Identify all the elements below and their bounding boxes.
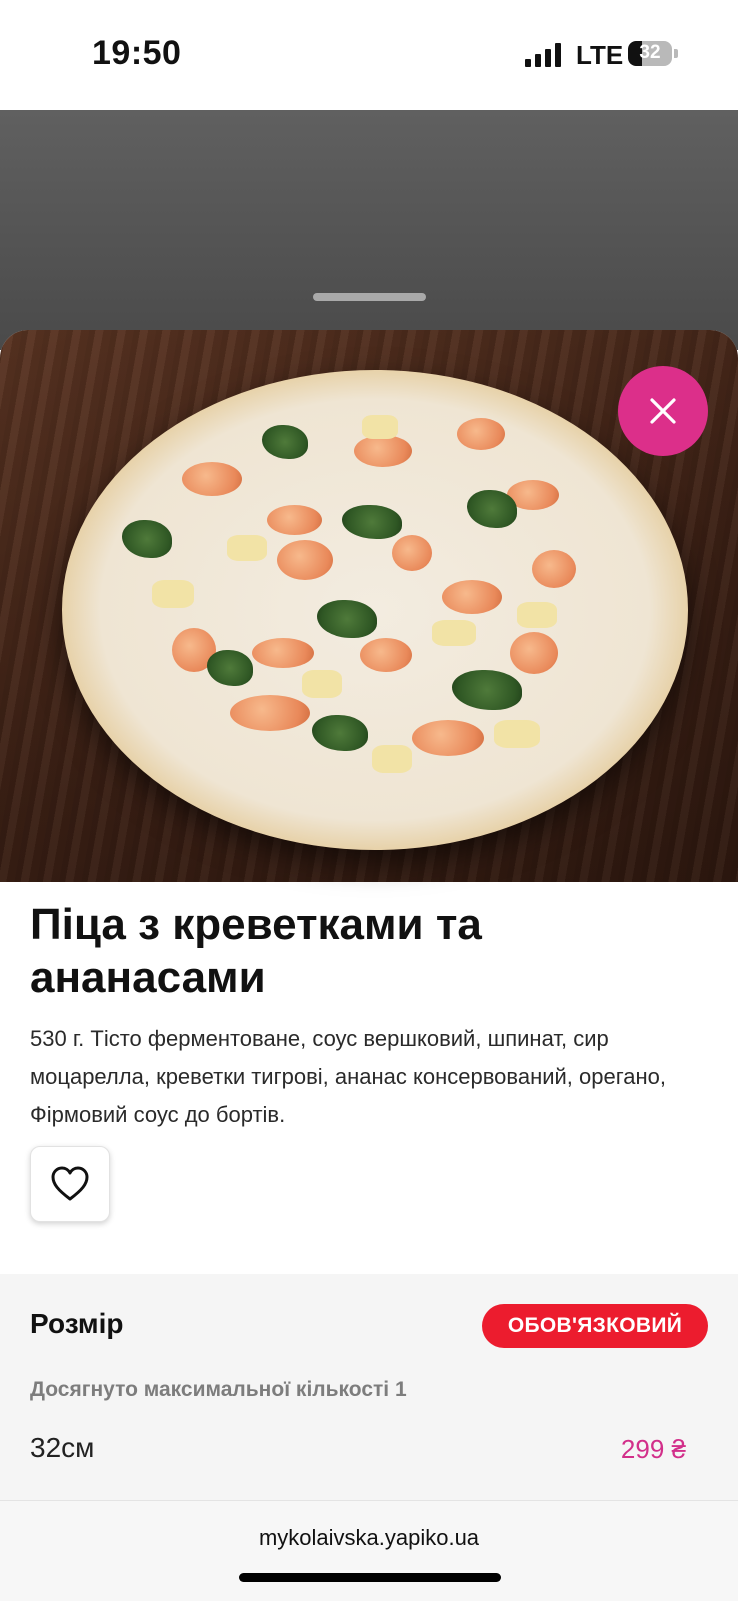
close-icon <box>650 398 676 424</box>
product-sheet: Піца з креветками та ананасами 530 г. Ті… <box>0 330 738 1600</box>
favorite-button[interactable] <box>30 1146 110 1222</box>
home-indicator[interactable] <box>239 1573 501 1582</box>
network-type: LTE <box>576 40 624 70</box>
heart-icon <box>51 1166 89 1201</box>
url-text: mykolaivska.yapiko.ua <box>258 1525 480 1550</box>
product-description: 530 г. Тісто ферментоване, соус вершкови… <box>30 1026 667 1127</box>
background-overlay[interactable] <box>0 110 738 350</box>
status-time: 19:50 <box>92 34 182 72</box>
battery-icon: 32 <box>628 41 678 66</box>
signal-icon <box>525 43 563 67</box>
required-badge: ОБОВ'ЯЗКОВИЙ <box>482 1304 708 1348</box>
status-bar: 19:50 LTE 32 <box>0 0 738 110</box>
product-title: Піца з креветками та ананасами <box>30 900 482 1002</box>
section-title: Розмір <box>30 1308 124 1339</box>
battery-level: 32 <box>639 42 661 63</box>
size-option-price: 299 ₴ <box>620 1434 686 1464</box>
pizza-photo <box>62 370 688 850</box>
size-option-row[interactable]: 32см 299 ₴ <box>0 1420 738 1500</box>
close-button[interactable] <box>618 366 708 456</box>
size-option-label: 32см <box>30 1432 95 1463</box>
browser-url-bar[interactable]: mykolaivska.yapiko.ua <box>0 1500 738 1601</box>
sheet-drag-handle[interactable] <box>313 293 426 301</box>
product-image <box>0 330 738 882</box>
max-quantity-note: Досягнуто максимальної кількості 1 <box>30 1378 407 1401</box>
